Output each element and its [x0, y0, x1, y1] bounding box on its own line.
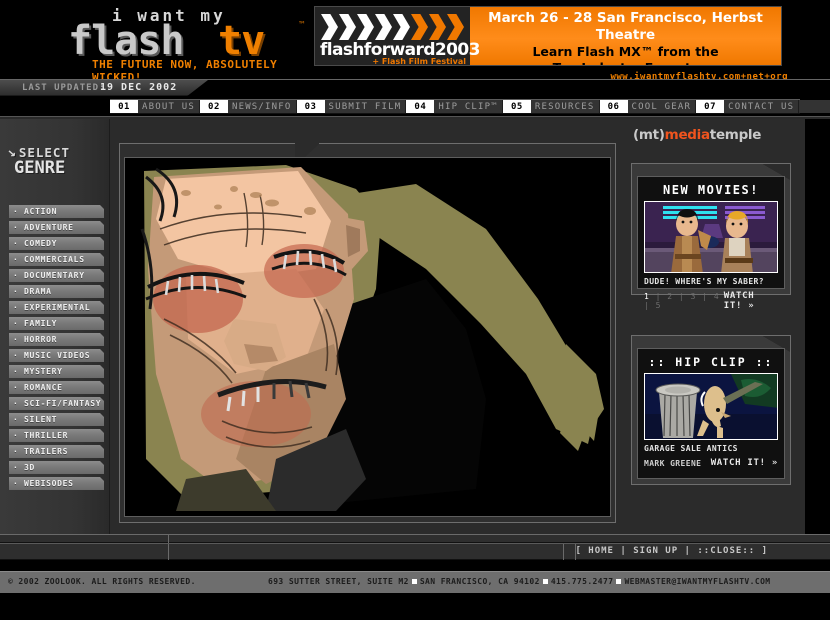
genre-button-webisodes[interactable]: · WEBISODES: [9, 477, 104, 490]
nav-number-06[interactable]: 06: [599, 100, 628, 113]
hip-clip-title: :: HIP CLIP ::: [648, 355, 774, 369]
nav-number-07[interactable]: 07: [696, 100, 725, 113]
arrow-down-right-icon: ↘: [7, 145, 18, 160]
genre-button-action[interactable]: · ACTION: [9, 205, 104, 218]
new-movies-watch-button[interactable]: WATCH IT! »: [724, 291, 778, 311]
genre-button-romance[interactable]: · ROMANCE: [9, 381, 104, 394]
footer-copyright: © 2002 ZOOLOOK. ALL RIGHTS RESERVED.: [8, 577, 196, 586]
footer-strip-upper: [0, 534, 830, 544]
genre-button-3d[interactable]: · 3D: [9, 461, 104, 474]
footer-bottom-spacer: [0, 593, 830, 620]
nav-item-cool-gear[interactable]: COOL GEAR: [627, 100, 697, 113]
genre-button-family[interactable]: · FAMILY: [9, 317, 104, 330]
square-bullet-icon: [542, 578, 548, 584]
footer-email[interactable]: WEBMASTER@IWANTMYFLASHTV.COM: [624, 577, 770, 586]
genre-button-sci-fi-fantasy[interactable]: · SCI-FI/FANTASY: [9, 397, 104, 410]
square-bullet-icon: [411, 578, 417, 584]
genre-list: · ACTION · ADVENTURE · COMEDY · COMMERCIALS…: [9, 205, 104, 493]
genre-button-drama[interactable]: · DRAMA: [9, 285, 104, 298]
nav-number-03[interactable]: 03: [296, 100, 325, 113]
select-genre-line2: GENRE: [14, 158, 66, 178]
site-header: i want my flash tv ™ THE FUTURE NOW, ABS…: [0, 0, 830, 84]
genre-sidebar: ↘ SELECT GENRE · ACTION · ADVENTURE · COME…: [0, 119, 110, 534]
site-logo[interactable]: i want my flash tv ™ THE FUTURE NOW, ABS…: [40, 4, 306, 84]
banner-ad-copy: March 26 - 28 San Francisco, Herbst Thea…: [470, 7, 781, 65]
nav-item-resources[interactable]: RESOURCES: [530, 100, 600, 113]
mediatemple-media-text: media: [664, 127, 710, 143]
genre-button-documentary[interactable]: · DOCUMENTARY: [9, 269, 104, 282]
new-movies-thumbnail-art: [645, 202, 777, 272]
nav-number-02[interactable]: 02: [199, 100, 228, 113]
nav-item-hip-clip[interactable]: HIP CLIP™: [434, 100, 503, 113]
footer-spacer: [0, 560, 830, 571]
nav-trailing-space: [799, 100, 830, 113]
new-movies-thumbnail[interactable]: [644, 201, 778, 273]
mediatemple-mt-mark: (mt): [633, 127, 665, 143]
banner-ad-brand-panel: flashforward2003 + Flash Film Festival: [315, 7, 480, 66]
footer-info-bar: © 2002 ZOOLOOK. ALL RIGHTS RESERVED. 693…: [0, 571, 830, 593]
new-movies-pager[interactable]: 1 | 2 | 3 | 4 | 5: [644, 292, 724, 310]
chevron-pattern-icon: [321, 13, 465, 41]
select-genre-heading: ↘ SELECT GENRE: [8, 145, 108, 178]
genre-button-experimental[interactable]: · EXPERIMENTAL: [9, 301, 104, 314]
banner-ad-line2: Learn Flash MX™ from the: [532, 44, 719, 59]
genre-button-music-videos[interactable]: · MUSIC VIDEOS: [9, 349, 104, 362]
genre-button-thriller[interactable]: · THRILLER: [9, 429, 104, 442]
genre-button-comedy[interactable]: · COMEDY: [9, 237, 104, 250]
genre-button-silent[interactable]: · SILENT: [9, 413, 104, 426]
footer-divider: [563, 544, 564, 561]
last-updated-bar: LAST UPDATED: 19 DEC 2002: [0, 79, 830, 97]
hip-clip-watch-button[interactable]: WATCH IT! »: [711, 458, 778, 468]
logo-trademark-icon: ™: [298, 20, 306, 29]
hip-clip-caption: GARAGE SALE ANTICS: [644, 444, 738, 453]
new-movies-panel: NEW MOVIES! DUDE! WHERE'S MY SABER? 1 | …: [631, 163, 791, 311]
mediatemple-sponsor-logo[interactable]: (mt)mediatemple: [633, 127, 761, 143]
right-sidebar: (mt)mediatemple NEW MOVIES! DUDE! WHERE'…: [625, 119, 805, 534]
genre-button-adventure[interactable]: · ADVENTURE: [9, 221, 104, 234]
hip-clip-panel-body: :: HIP CLIP :: GARAGE SALE ANTICS MARK G…: [637, 348, 785, 479]
page-root: i want my flash tv ™ THE FUTURE NOW, ABS…: [0, 0, 830, 620]
footer-phone: 415.775.2477: [550, 577, 614, 586]
new-movies-caption: DUDE! WHERE'S MY SABER?: [644, 277, 764, 286]
genre-button-trailers[interactable]: · TRAILERS: [9, 445, 104, 458]
footer-divider: [168, 544, 169, 561]
banner-ad-line3: Top Industry Experts: [470, 60, 781, 65]
mediatemple-temple-text: temple: [709, 127, 762, 143]
nav-item-contact-us[interactable]: CONTACT US: [724, 100, 800, 113]
footer-address-1: 693 SUTTER STREET, SUITE M2: [268, 577, 409, 586]
footer-contact-info: 693 SUTTER STREET, SUITE M2 SAN FRANCISCO…: [268, 577, 771, 586]
nav-number-04[interactable]: 04: [406, 100, 435, 113]
hip-clip-thumbnail[interactable]: [644, 373, 778, 440]
last-updated-label: LAST UPDATED:: [22, 83, 106, 93]
square-bullet-icon: [616, 578, 622, 584]
banner-ad-subtitle: + Flash Film Festival: [372, 57, 466, 66]
main-navigation[interactable]: 01 ABOUT US 02 NEWS/INFO 03 SUBMIT FILM 04 HIP …: [110, 99, 830, 114]
footer-link-bar: [ HOME | SIGN UP | ::CLOSE:: ]: [0, 543, 830, 561]
nav-item-news-info[interactable]: NEWS/INFO: [227, 100, 297, 113]
last-updated-bar-fill: [186, 80, 830, 97]
new-movies-title: NEW MOVIES!: [663, 183, 759, 197]
feature-illustration-art: [126, 159, 609, 515]
hip-clip-thumbnail-art: [645, 374, 777, 439]
banner-ad-line1: March 26 - 28 San Francisco, Herbst Thea…: [488, 10, 763, 43]
banner-ad[interactable]: flashforward2003 + Flash Film Festival M…: [314, 6, 782, 66]
genre-button-horror[interactable]: · HORROR: [9, 333, 104, 346]
main-stage: [110, 119, 625, 534]
new-movies-panel-body: NEW MOVIES! DUDE! WHERE'S MY SABER? 1 | …: [637, 176, 785, 311]
feature-video-frame[interactable]: [124, 157, 611, 517]
genre-button-commercials[interactable]: · COMMERCIALS: [9, 253, 104, 266]
nav-number-01[interactable]: 01: [110, 100, 138, 113]
hip-clip-credit: MARK GREENE: [644, 458, 702, 468]
footer-address-2: SAN FRANCISCO, CA 94102: [419, 577, 540, 586]
nav-item-about-us[interactable]: ABOUT US: [138, 100, 200, 113]
nav-number-05[interactable]: 05: [502, 100, 531, 113]
nav-item-submit-film[interactable]: SUBMIT FILM: [324, 100, 407, 113]
footer-links[interactable]: [ HOME | SIGN UP | ::CLOSE:: ]: [575, 546, 768, 556]
genre-button-mystery[interactable]: · MYSTERY: [9, 365, 104, 378]
feature-illustration: [126, 159, 609, 515]
hip-clip-panel: :: HIP CLIP :: GARAGE SALE ANTICS MARK G…: [631, 335, 791, 485]
last-updated-date: 19 DEC 2002: [100, 82, 178, 93]
